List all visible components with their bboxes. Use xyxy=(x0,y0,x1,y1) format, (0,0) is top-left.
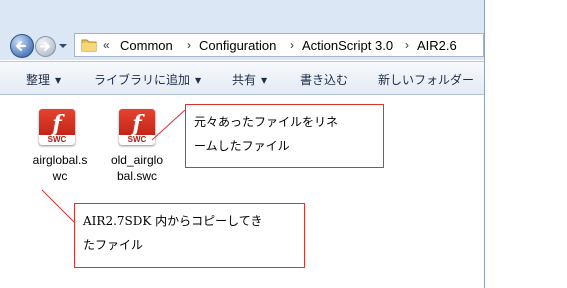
breadcrumb-separator-icon[interactable]: › xyxy=(290,38,294,52)
callout-renamed-line2: ームしたファイル xyxy=(194,139,290,153)
folder-icon xyxy=(81,39,97,52)
organize-button[interactable]: 整理 ▼ xyxy=(26,71,61,88)
flash-swc-icon: f SWC xyxy=(119,109,155,145)
file-name-line: airglobal.s xyxy=(32,153,88,167)
file-name: old_airglo bal.swc xyxy=(97,152,177,184)
back-button[interactable] xyxy=(10,34,34,58)
breadcrumb-separator-icon[interactable]: › xyxy=(187,38,191,52)
navigation-bar: « Common › Configuration › ActionScript … xyxy=(0,0,484,60)
burn-button[interactable]: 書き込む xyxy=(300,71,348,88)
breadcrumb-common[interactable]: Common xyxy=(120,38,173,53)
add-to-library-label: ライブラリに追加 xyxy=(94,73,191,87)
file-item-old-airglobal[interactable]: f SWC old_airglo bal.swc xyxy=(97,105,177,195)
share-button[interactable]: 共有 ▼ xyxy=(232,71,267,88)
dropdown-arrow-icon: ▼ xyxy=(55,76,62,85)
flash-glyph: f xyxy=(52,111,62,137)
arrow-right-icon xyxy=(40,42,50,51)
file-name: airglobal.s wc xyxy=(20,152,100,184)
add-to-library-button[interactable]: ライブラリに追加 ▼ xyxy=(94,71,201,88)
breadcrumb-air26[interactable]: AIR2.6 xyxy=(417,38,457,53)
dropdown-arrow-icon: ▼ xyxy=(261,76,268,85)
callout-renamed-line1: 元々あったファイルをリネ xyxy=(194,115,339,129)
callout-copied-line1: AIR2.7SDK 内からコピーしてき xyxy=(83,214,263,228)
file-name-line: old_airglo xyxy=(110,153,164,167)
recent-pages-dropdown-icon[interactable] xyxy=(58,41,68,51)
callout-copied-file: AIR2.7SDK 内からコピーしてき たファイル xyxy=(74,203,305,268)
new-folder-button[interactable]: 新しいフォルダー xyxy=(378,71,474,88)
arrow-left-icon xyxy=(15,40,27,52)
new-folder-label: 新しいフォルダー xyxy=(378,73,475,87)
organize-label: 整理 xyxy=(26,73,51,87)
callout-copied-line2: たファイル xyxy=(83,238,144,252)
file-item-airglobal[interactable]: f SWC airglobal.s wc xyxy=(20,105,100,195)
swc-icon-label: SWC xyxy=(127,135,147,144)
swc-icon-label: SWC xyxy=(47,135,67,144)
breadcrumb-separator-icon[interactable]: › xyxy=(405,38,409,52)
burn-label: 書き込む xyxy=(300,73,349,87)
flash-glyph: f xyxy=(132,111,142,137)
file-name-line: wc xyxy=(52,169,68,183)
dropdown-arrow-icon: ▼ xyxy=(195,76,202,85)
address-bar[interactable]: « Common › Configuration › ActionScript … xyxy=(74,33,484,57)
history-chevron-icon[interactable]: « xyxy=(103,38,110,52)
command-toolbar: 整理 ▼ ライブラリに追加 ▼ 共有 ▼ 書き込む 新しいフォルダー xyxy=(0,61,484,95)
breadcrumb-actionscript[interactable]: ActionScript 3.0 xyxy=(302,38,393,53)
share-label: 共有 xyxy=(232,73,257,87)
callout-renamed-file: 元々あったファイルをリネ ームしたファイル xyxy=(185,104,384,168)
page-margin xyxy=(485,0,567,288)
breadcrumb-configuration[interactable]: Configuration xyxy=(199,38,276,53)
forward-button[interactable] xyxy=(35,36,56,57)
file-name-line: bal.swc xyxy=(116,169,157,183)
flash-swc-icon: f SWC xyxy=(39,109,75,145)
